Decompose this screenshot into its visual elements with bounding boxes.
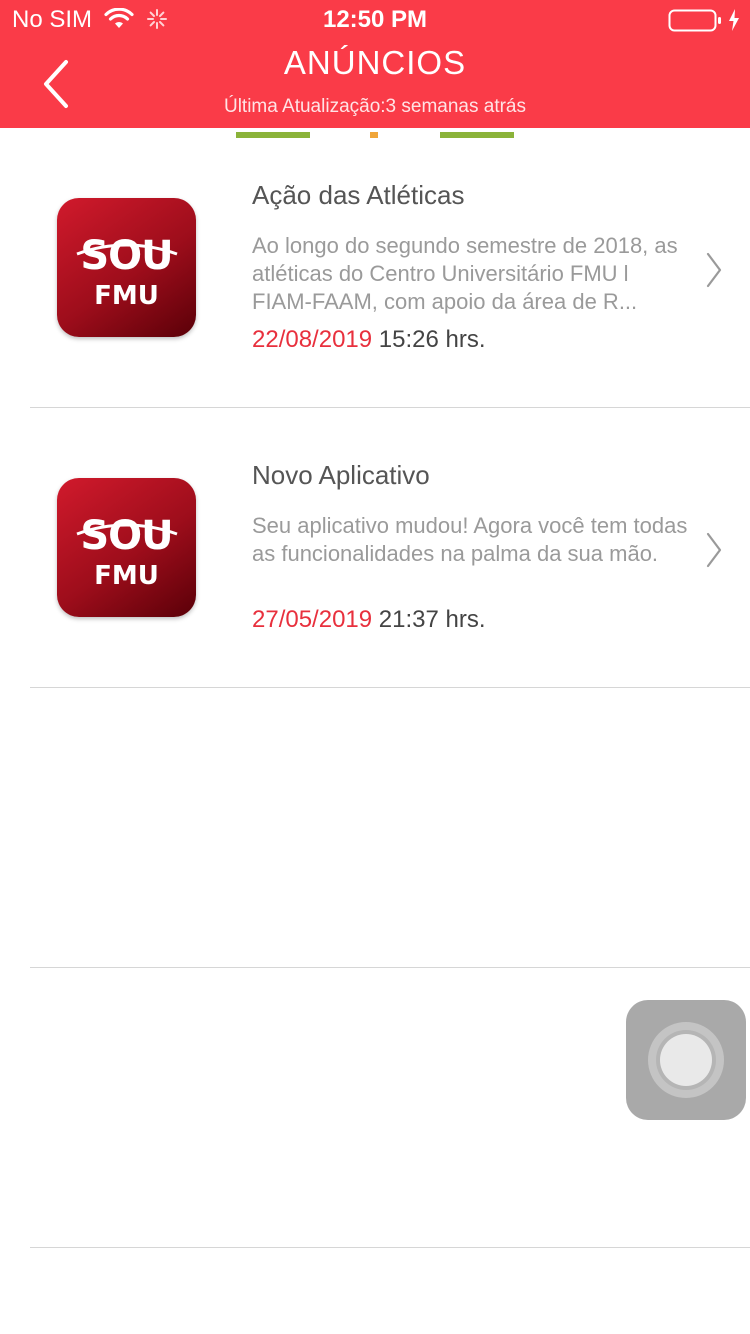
announcement-title: Ação das Atléticas [252,180,465,210]
announcement-title: Novo Aplicativo [252,460,430,490]
logo-top-text: SOU [80,233,172,279]
announcement-time: 21:37 hrs. [378,606,486,633]
row-divider [30,1247,750,1248]
logo-top-text: SOU [80,513,172,559]
announcement-date: 27/05/2019 [252,606,373,633]
announcement-description: Seu aplicativo mudou! Agora você tem tod… [252,513,688,566]
last-update-label: Última Atualização:3 semanas atrás [223,96,527,117]
assistive-touch-button[interactable] [626,1000,746,1120]
sou-fmu-logo: SOU FMU [57,478,196,617]
sou-fmu-logo: SOU FMU [57,198,196,337]
screen: No SIM 12:50 PM ANÚNCIOS Última Atualiza… [0,0,750,1334]
announcement-item[interactable]: SOU FMU Ação das Atléticas Ao longo do s… [0,128,750,408]
announcement-date: 22/08/2019 [252,326,373,353]
battery-icon [668,8,724,39]
logo-bottom-text: FMU [94,281,159,311]
chevron-right-icon [702,248,726,297]
announcement-description: Ao longo do segundo semestre de 2018, as… [252,233,678,314]
status-bar: No SIM 12:50 PM [0,0,750,40]
chevron-right-icon [702,528,726,577]
status-clock: 12:50 PM [322,6,428,33]
assistive-touch-center [660,1034,712,1086]
page-title: ANÚNCIOS [283,44,467,81]
announcement-datetime: 22/08/2019 15:26 hrs. [252,324,486,356]
logo-bottom-text: FMU [94,561,159,591]
announcement-datetime: 27/05/2019 21:37 hrs. [252,604,486,636]
announcement-time: 15:26 hrs. [378,326,486,353]
charging-bolt-icon [728,8,740,37]
header-bar: No SIM 12:50 PM ANÚNCIOS Última Atualiza… [0,0,750,128]
announcement-item[interactable]: SOU FMU Novo Aplicativo Seu aplicativo m… [0,408,750,688]
empty-list-row [0,688,750,968]
